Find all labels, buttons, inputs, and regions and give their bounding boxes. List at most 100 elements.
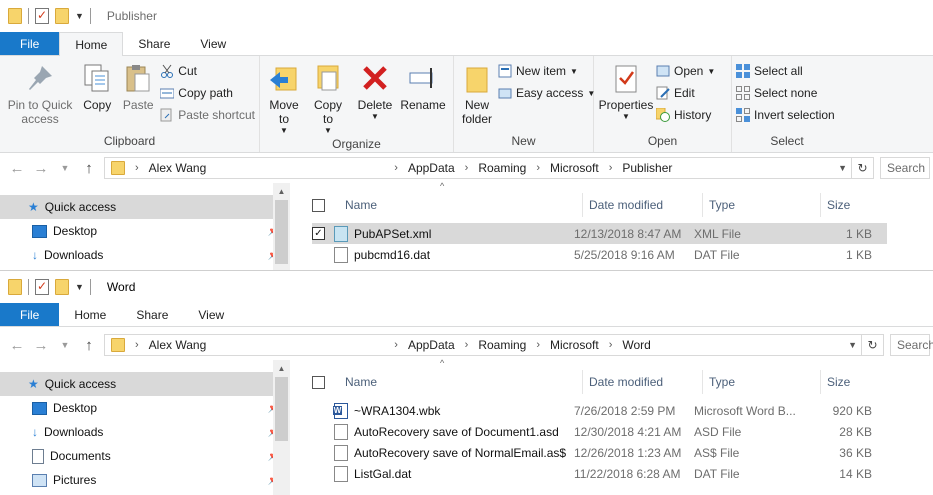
breadcrumb-item[interactable]: Microsoft [550, 338, 599, 352]
breadcrumb-chevron-icon[interactable]: › [465, 339, 469, 351]
delete-button[interactable]: Delete ▼ [352, 60, 398, 123]
nav-scrollbar[interactable]: ▲ [273, 360, 290, 495]
file-row[interactable]: ListGal.dat 11/22/2018 6:28 AM DAT File … [312, 463, 887, 484]
rename-button[interactable]: Rename [400, 60, 446, 114]
forward-arrow-icon[interactable]: → [32, 337, 50, 354]
row-checkbox[interactable]: ✓ [312, 227, 325, 240]
breadcrumb-chevron-icon[interactable]: › [536, 339, 540, 351]
column-header-type[interactable]: Type [703, 193, 821, 217]
breadcrumb-item[interactable]: Word [622, 338, 650, 352]
up-arrow-icon[interactable]: ↑ [80, 160, 98, 177]
breadcrumb-chevron-icon[interactable]: › [609, 339, 613, 351]
tab-file[interactable]: File [0, 303, 60, 326]
breadcrumb-chevron-icon[interactable]: › [394, 162, 398, 174]
easy-access-button[interactable]: Easy access ▼ [498, 84, 595, 102]
address-history-dropdown-icon[interactable]: ▼ [838, 163, 847, 173]
edit-button[interactable]: Edit [656, 84, 715, 102]
breadcrumb-item[interactable]: AppData [408, 161, 455, 175]
nav-item-quick-access[interactable]: ★ Quick access [0, 372, 290, 396]
new-folder-icon[interactable] [55, 279, 69, 295]
column-header-date[interactable]: Date modified [583, 370, 703, 394]
select-none-button[interactable]: Select none [736, 84, 835, 102]
breadcrumb-chevron-icon[interactable]: › [135, 162, 139, 174]
copy-button[interactable]: Copy [78, 60, 116, 114]
breadcrumb-item[interactable]: Roaming [478, 161, 526, 175]
address-history-dropdown-icon[interactable]: ▼ [848, 340, 857, 350]
scroll-thumb[interactable] [275, 377, 288, 441]
breadcrumb-item[interactable]: Publisher [622, 161, 672, 175]
nav-item-pictures[interactable]: Pictures 📌 [0, 468, 290, 492]
properties-button[interactable]: Properties ▼ [598, 60, 654, 123]
scroll-up-arrow-icon[interactable]: ▲ [273, 183, 290, 200]
copy-to-button[interactable]: Copy to ▼ [306, 60, 350, 137]
breadcrumb-item[interactable]: AppData [408, 338, 455, 352]
paste-shortcut-button[interactable]: Paste shortcut [160, 106, 255, 124]
breadcrumb-chevron-icon[interactable]: › [394, 339, 398, 351]
breadcrumb-item[interactable]: Alex Wang [149, 338, 207, 352]
file-row[interactable]: ~WRA1304.wbk 7/26/2018 2:59 PM Microsoft… [312, 400, 887, 421]
scroll-up-arrow-icon[interactable]: ▲ [273, 360, 290, 377]
history-button[interactable]: History [655, 106, 715, 124]
file-row[interactable]: AutoRecovery save of Document1.asd 12/30… [312, 421, 887, 442]
file-row[interactable]: pubcmd16.dat 5/25/2018 9:16 AM DAT File … [312, 244, 887, 265]
move-to-button[interactable]: Move to ▼ [264, 60, 304, 137]
breadcrumb-item[interactable]: Alex Wang [149, 161, 207, 175]
address-bar[interactable]: › Alex Wang › AppData › Roaming › Micros… [104, 157, 874, 179]
tab-file[interactable]: File [0, 32, 60, 55]
column-header-size[interactable]: Size [821, 370, 897, 394]
paste-button[interactable]: Paste [118, 60, 158, 114]
nav-item-documents[interactable]: Documents 📌 [0, 444, 290, 468]
nav-item-desktop[interactable]: Desktop 📌 [0, 396, 290, 420]
properties-icon[interactable] [35, 8, 49, 24]
file-row[interactable]: ✓ PubAPSet.xml 12/13/2018 8:47 AM XML Fi… [312, 223, 887, 244]
pin-to-quick-access-button[interactable]: Pin to Quick access [4, 60, 76, 128]
breadcrumb-chevron-icon[interactable]: › [609, 162, 613, 174]
up-arrow-icon[interactable]: ↑ [80, 337, 98, 354]
customize-toolbar-dropdown-icon[interactable]: ▼ [75, 282, 84, 292]
cut-button[interactable]: Cut [160, 62, 255, 80]
tab-share[interactable]: Share [123, 32, 185, 55]
new-folder-button[interactable]: New folder [458, 60, 496, 128]
copy-path-button[interactable]: Copy path [159, 84, 255, 102]
tab-home[interactable]: Home [59, 303, 121, 326]
recent-locations-chevron-icon[interactable]: ▼ [56, 163, 74, 173]
tab-view[interactable]: View [185, 32, 241, 55]
breadcrumb-chevron-icon[interactable]: › [465, 162, 469, 174]
breadcrumb-chevron-icon[interactable]: › [536, 162, 540, 174]
file-row[interactable]: AutoRecovery save of NormalEmail.as$ 12/… [312, 442, 887, 463]
breadcrumb-item[interactable]: Roaming [478, 338, 526, 352]
column-header-name[interactable]: Name [339, 370, 583, 394]
column-header-date[interactable]: Date modified [583, 193, 703, 217]
tab-share[interactable]: Share [121, 303, 183, 326]
nav-item-desktop[interactable]: Desktop 📌 [0, 219, 290, 243]
breadcrumb-item[interactable]: Microsoft [550, 161, 599, 175]
refresh-icon[interactable]: ↻ [851, 158, 873, 178]
column-header-size[interactable]: Size [821, 193, 897, 217]
scroll-thumb[interactable] [275, 200, 288, 264]
open-button[interactable]: Open ▼ [656, 62, 715, 80]
properties-icon[interactable] [35, 279, 49, 295]
nav-scrollbar[interactable]: ▲ [273, 183, 290, 270]
tab-home[interactable]: Home [59, 32, 124, 56]
search-input[interactable]: Search [890, 334, 933, 356]
refresh-icon[interactable]: ↻ [861, 335, 883, 355]
select-all-checkbox[interactable] [312, 375, 325, 389]
nav-item-downloads[interactable]: ↓ Downloads 📌 [0, 243, 290, 267]
column-header-name[interactable]: Name [339, 193, 583, 217]
breadcrumb-chevron-icon[interactable]: › [135, 339, 139, 351]
nav-item-downloads[interactable]: ↓ Downloads 📌 [0, 420, 290, 444]
select-all-checkbox[interactable] [312, 198, 325, 212]
tab-view[interactable]: View [183, 303, 239, 326]
forward-arrow-icon[interactable]: → [32, 160, 50, 177]
column-header-type[interactable]: Type [703, 370, 821, 394]
invert-selection-button[interactable]: Invert selection [736, 106, 835, 124]
nav-item-quick-access[interactable]: ★ Quick access [0, 195, 290, 219]
back-arrow-icon[interactable]: ← [8, 337, 26, 354]
address-bar[interactable]: › Alex Wang › AppData › Roaming › Micros… [104, 334, 884, 356]
new-item-button[interactable]: New item ▼ [498, 62, 595, 80]
search-input[interactable]: Search [880, 157, 930, 179]
back-arrow-icon[interactable]: ← [8, 160, 26, 177]
select-all-button[interactable]: Select all [736, 62, 835, 80]
customize-toolbar-dropdown-icon[interactable]: ▼ [75, 11, 84, 21]
new-folder-icon[interactable] [55, 8, 69, 24]
